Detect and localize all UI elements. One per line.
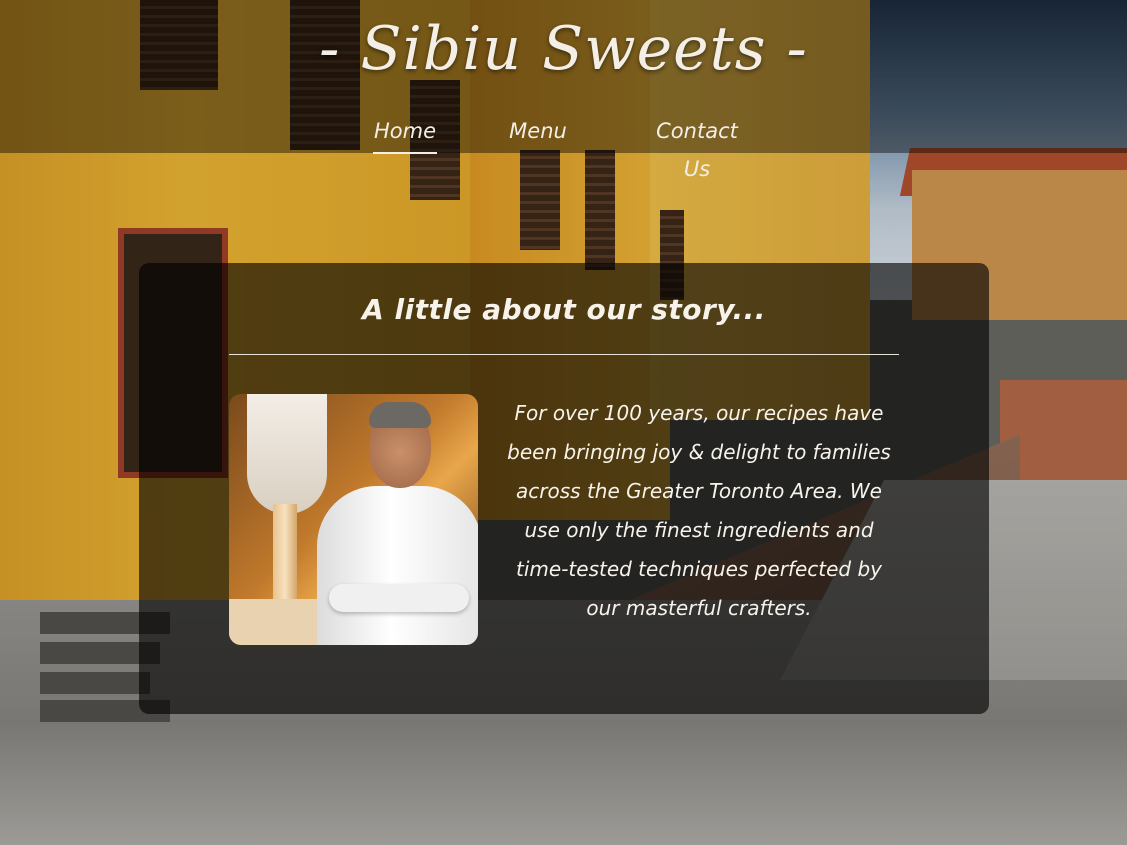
heading-divider <box>229 354 899 355</box>
about-story-card: A little about our story... For over 100… <box>139 263 989 714</box>
chef-photo <box>229 394 478 645</box>
story-text: For over 100 years, our recipes have bee… <box>507 401 891 620</box>
site-header: - Sibiu Sweets - Home Menu Contact Us <box>0 0 1127 181</box>
nav-menu-link[interactable]: Menu <box>508 112 568 152</box>
nav-home-link[interactable]: Home <box>373 112 437 154</box>
main-nav: Home Menu Contact Us <box>0 112 1127 181</box>
story-heading: A little about our story... <box>362 293 766 326</box>
nav-contact-link[interactable]: Contact Us <box>640 112 754 181</box>
site-logo[interactable]: - Sibiu Sweets - <box>0 14 1127 84</box>
